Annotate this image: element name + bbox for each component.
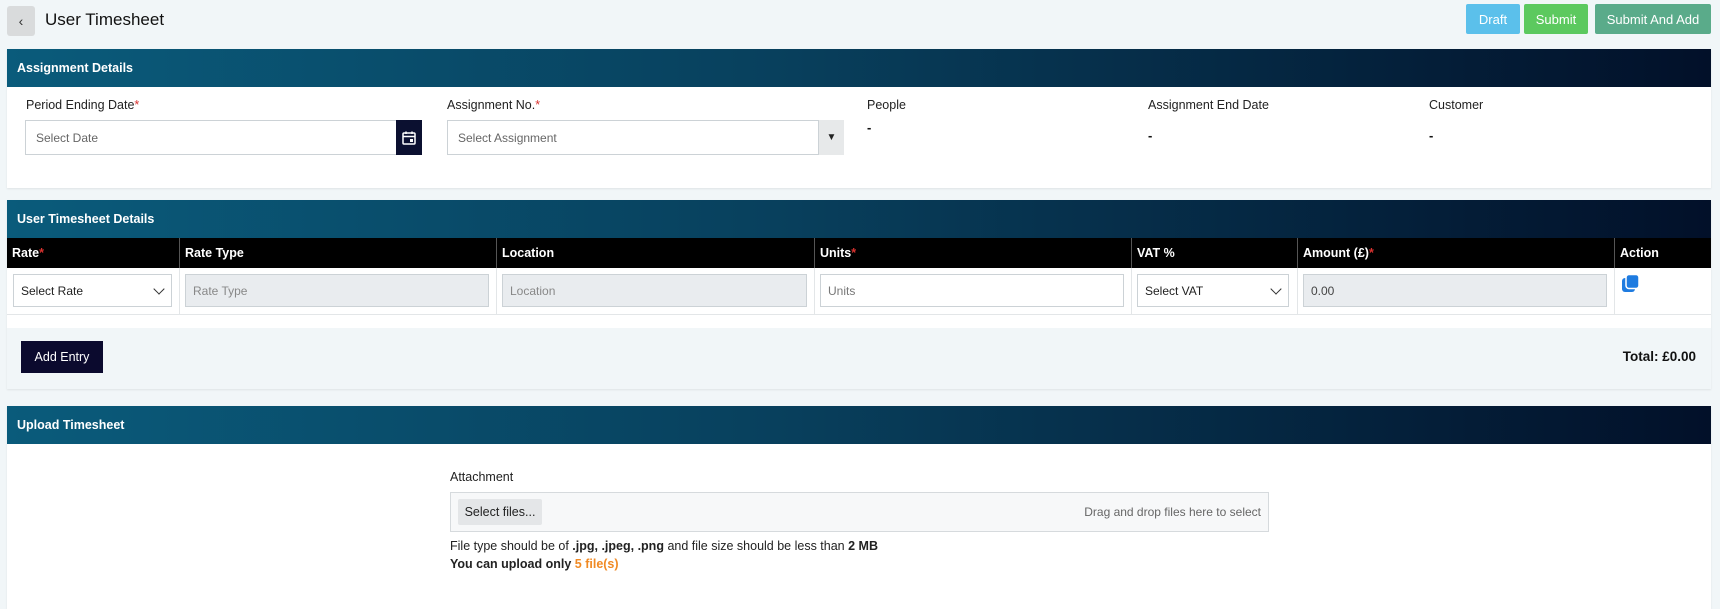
customer-value: - — [1429, 128, 1434, 143]
col-amount: Amount (£) * — [1297, 238, 1614, 268]
add-entry-button[interactable]: Add Entry — [21, 341, 103, 373]
assignment-dropdown-button[interactable]: ▼ — [818, 120, 844, 155]
assignment-end-date-value: - — [1148, 128, 1153, 143]
chevron-down-icon — [1270, 282, 1282, 295]
submit-button[interactable]: Submit — [1524, 4, 1588, 34]
top-bar: ‹ User Timesheet Draft Submit Submit And… — [0, 0, 1720, 45]
drop-hint: Drag and drop files here to select — [1084, 505, 1261, 519]
col-vat: VAT % — [1131, 238, 1297, 268]
people-label: People — [867, 98, 906, 112]
copy-icon[interactable] — [1620, 273, 1642, 295]
location-input: Location — [502, 274, 807, 307]
customer-label: Customer — [1429, 98, 1484, 112]
upload-timesheet-card: Upload Timesheet Attachment Select files… — [7, 406, 1711, 609]
col-action: Action — [1614, 238, 1711, 268]
units-input[interactable]: Units — [820, 274, 1124, 307]
chevron-down-icon — [153, 282, 165, 295]
rate-type-input: Rate Type — [185, 274, 489, 307]
caret-down-icon: ▼ — [826, 132, 837, 143]
amount-input: 0.00 — [1303, 274, 1607, 307]
upload-limit-hint: You can upload only 5 file(s) — [450, 557, 619, 571]
assignment-details-header: Assignment Details — [7, 49, 1711, 87]
timesheet-details-card: User Timesheet Details Rate * Rate Type L… — [7, 200, 1711, 389]
assignment-end-date-label: Assignment End Date — [1148, 98, 1269, 112]
upload-timesheet-header: Upload Timesheet — [7, 406, 1711, 444]
table-footer — [7, 328, 1711, 389]
total-amount: Total: £0.00 — [1622, 349, 1696, 364]
col-units: Units * — [814, 238, 1131, 268]
assignment-details-card: Assignment Details — [7, 49, 1711, 188]
calendar-icon — [402, 131, 416, 145]
file-dropzone[interactable]: Select files... Drag and drop files here… — [450, 492, 1269, 532]
attachment-label: Attachment — [450, 470, 514, 484]
col-rate: Rate * — [12, 246, 44, 260]
people-value: - — [867, 120, 872, 135]
assignment-no-label: Assignment No.* — [447, 98, 541, 112]
select-files-button[interactable]: Select files... — [458, 499, 542, 525]
calendar-button[interactable] — [396, 120, 422, 155]
col-rate-type: Rate Type — [179, 238, 496, 268]
file-type-hint: File type should be of .jpg, .jpeg, .png… — [450, 539, 878, 553]
timesheet-details-header: User Timesheet Details — [7, 200, 1711, 238]
period-ending-date-input[interactable]: Select Date — [25, 120, 397, 155]
period-ending-label: Period Ending Date* — [26, 98, 140, 112]
submit-and-add-button[interactable]: Submit And Add — [1595, 4, 1711, 34]
rate-select[interactable]: Select Rate — [13, 274, 172, 307]
assignment-select[interactable]: Select Assignment — [447, 120, 819, 155]
vat-select[interactable]: Select VAT — [1137, 274, 1289, 307]
table-header: Rate * Rate Type Location Units * VAT % Am… — [7, 238, 1711, 268]
back-button[interactable]: ‹ — [7, 6, 35, 36]
page-title: User Timesheet — [45, 10, 165, 29]
chevron-left-icon: ‹ — [18, 13, 24, 29]
draft-button[interactable]: Draft — [1466, 4, 1520, 34]
col-location: Location — [496, 238, 814, 268]
